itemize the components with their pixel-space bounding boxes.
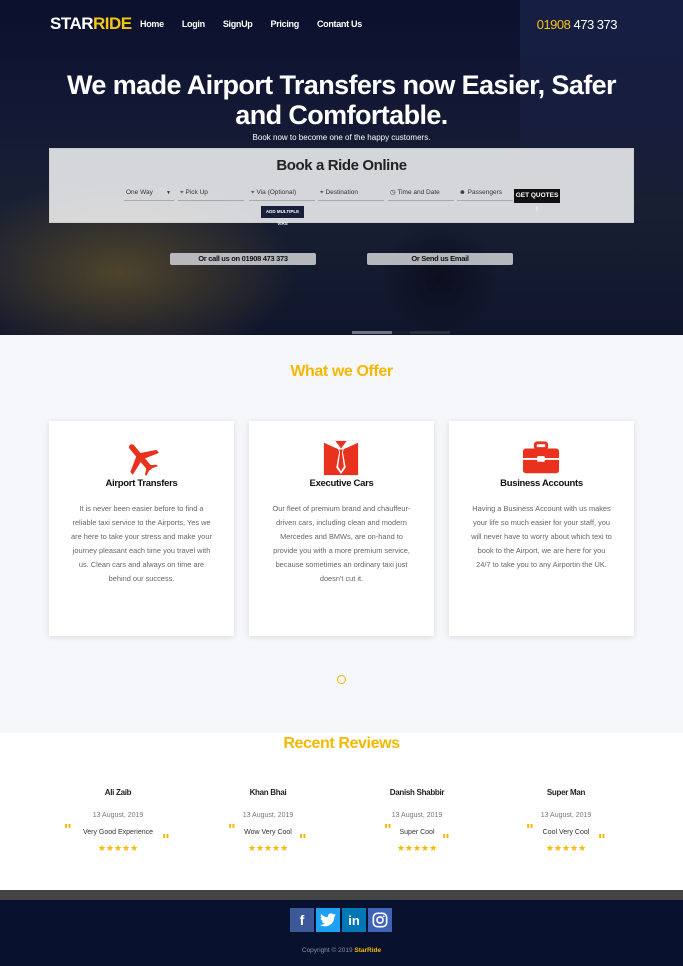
offer-card-text: It is never been easier before to find a… — [71, 504, 212, 583]
facebook-icon[interactable]: f — [290, 908, 314, 932]
review-stars: ★★★★★ — [97, 843, 139, 853]
nav-pricing-link[interactable]: Pricing — [271, 19, 300, 29]
linkedin-icon[interactable]: in — [342, 908, 366, 932]
twitter-icon[interactable] — [316, 908, 340, 932]
via-placeholder: Via (Optional) — [256, 189, 297, 196]
offer-card-executive: Executive Cars Our fleet of premium bran… — [249, 421, 434, 636]
nav-home-link[interactable]: Home — [140, 19, 164, 29]
offer-card-title: Airport Transfers — [105, 478, 178, 489]
instagram-icon[interactable] — [368, 908, 392, 932]
review-card: Super Man 13 August, 2019 Cool Very Cool… — [506, 788, 626, 878]
quote-close-icon: " — [299, 832, 307, 849]
trip-type-select[interactable]: One Way ▼ — [124, 187, 174, 201]
review-date: 13 August, 2019 — [391, 812, 443, 819]
email-us-button[interactable]: Or Send us Email — [367, 253, 513, 265]
phone-prefix: 01908 — [536, 17, 571, 32]
hero-slider-dots — [352, 331, 450, 334]
hero-title: We made Airport Transfers now Easier, Sa… — [67, 70, 617, 130]
time-date-input[interactable]: ◷ Time and Date — [388, 187, 454, 201]
pickup-placeholder: Pick Up — [185, 189, 208, 196]
map-pin-icon: ⌖ — [251, 189, 255, 196]
review-name: Ali Zaib — [104, 788, 132, 797]
nav-login-link[interactable]: Login — [182, 19, 205, 29]
quote-open-icon: " — [526, 822, 534, 839]
footer: f in Copyright © 2019 StarRide — [0, 900, 683, 966]
slider-dot[interactable] — [410, 331, 450, 334]
pickup-input[interactable]: ⌖ Pick Up — [178, 187, 244, 201]
review-card: Ali Zaib 13 August, 2019 Very Good Exper… — [58, 788, 178, 878]
review-card: Danish Shabbir 13 August, 2019 Super Coo… — [357, 788, 477, 878]
quote-close-icon: " — [162, 832, 170, 849]
review-name: Super Man — [546, 788, 586, 797]
review-name: Danish Shabbir — [389, 788, 445, 797]
booking-form: Book a Ride Online One Way ▼ ⌖ Pick Up ⌖ … — [49, 148, 634, 226]
nav-contact-link[interactable]: Contant Us — [317, 19, 362, 29]
briefcase-icon — [522, 441, 560, 474]
offer-card-text: Having a Business Account with us makes … — [471, 504, 612, 569]
review-date: 13 August, 2019 — [242, 812, 294, 819]
review-date: 13 August, 2019 — [92, 812, 144, 819]
map-pin-icon: ⌖ — [180, 189, 184, 196]
top-nav: STARRIDE Home Login SignUp Pricing Conta… — [0, 14, 683, 38]
nav-signup-link[interactable]: SignUp — [223, 19, 253, 29]
airplane-icon — [128, 444, 159, 476]
necktie-icon — [323, 440, 359, 476]
add-vias-button[interactable]: ADD MULTIPLE VIAS — [261, 206, 304, 226]
hero-section: STARRIDE Home Login SignUp Pricing Conta… — [0, 0, 683, 335]
reviews-title: Recent Reviews — [283, 735, 400, 752]
reviews-section: Recent Reviews Ali Zaib 13 August, 2019 … — [0, 733, 683, 890]
get-quotes-button[interactable]: GET QUOTES ! — [514, 189, 560, 213]
copyright-text: Copyright © 2019 — [301, 947, 353, 954]
review-text: Super Cool — [399, 829, 435, 836]
review-card: Khan Bhai 13 August, 2019 Wow Very Cool … — [208, 788, 328, 878]
header-phone[interactable]: 01908 473 373 — [536, 17, 618, 32]
map-pin-icon: ⌖ — [320, 189, 324, 196]
review-name: Khan Bhai — [249, 788, 287, 797]
call-us-button[interactable]: Or call us on 01908 473 373 — [170, 253, 316, 265]
time-placeholder: Time and Date — [397, 189, 440, 196]
review-date: 13 August, 2019 — [540, 812, 592, 819]
hero-subtitle: Book now to become one of the happy cust… — [252, 133, 431, 142]
logo[interactable]: STARRIDE — [50, 14, 132, 34]
footer-divider — [0, 890, 683, 900]
twitter-bird-glyph — [320, 913, 336, 927]
passengers-placeholder: Passengers — [467, 189, 502, 196]
quote-open-icon: " — [384, 822, 392, 839]
quote-open-icon: " — [64, 822, 72, 839]
offer-card-business: Business Accounts Having a Business Acco… — [449, 421, 634, 636]
carousel-dot[interactable] — [337, 675, 346, 684]
quote-open-icon: " — [228, 822, 236, 839]
via-input[interactable]: ⌖ Via (Optional) — [249, 187, 315, 201]
quote-close-icon: " — [442, 832, 450, 849]
destination-input[interactable]: ⌖ Destination — [318, 187, 384, 201]
review-text: Very Good Experience — [82, 829, 154, 836]
review-stars: ★★★★★ — [396, 843, 438, 853]
offer-card-title: Executive Cars — [309, 478, 374, 489]
offer-title: What we Offer — [290, 363, 393, 380]
copyright-brand[interactable]: StarRide — [354, 947, 381, 954]
phone-number: 473 373 — [573, 17, 618, 32]
chevron-down-icon: ▼ — [166, 190, 171, 196]
destination-placeholder: Destination — [325, 189, 359, 196]
clock-icon: ◷ — [390, 189, 396, 196]
review-text: Wow Very Cool — [244, 829, 292, 836]
offer-card-text: Our fleet of premium brand and chauffeur… — [272, 504, 411, 583]
offer-section: What we Offer Airport Transfers It is ne… — [0, 335, 683, 733]
quote-close-icon: " — [598, 832, 606, 849]
passengers-input[interactable]: ☻ Passengers — [457, 187, 513, 201]
review-stars: ★★★★★ — [247, 843, 289, 853]
trip-type-value: One Way — [126, 189, 153, 196]
review-text: Cool Very Cool — [542, 829, 590, 836]
booking-title: Book a Ride Online — [276, 157, 407, 174]
nav-links: Home Login SignUp Pricing Contant Us — [140, 19, 380, 29]
review-stars: ★★★★★ — [545, 843, 587, 853]
users-icon: ☻ — [459, 189, 466, 196]
instagram-glyph — [372, 912, 388, 928]
offer-card-airport: Airport Transfers It is never been easie… — [49, 421, 234, 636]
logo-text-star: STAR — [50, 14, 94, 33]
offer-card-title: Business Accounts — [500, 478, 583, 489]
slider-dot[interactable] — [352, 331, 392, 334]
logo-text-ride: RIDE — [93, 14, 132, 33]
copyright: Copyright © 2019 StarRide — [0, 947, 683, 954]
